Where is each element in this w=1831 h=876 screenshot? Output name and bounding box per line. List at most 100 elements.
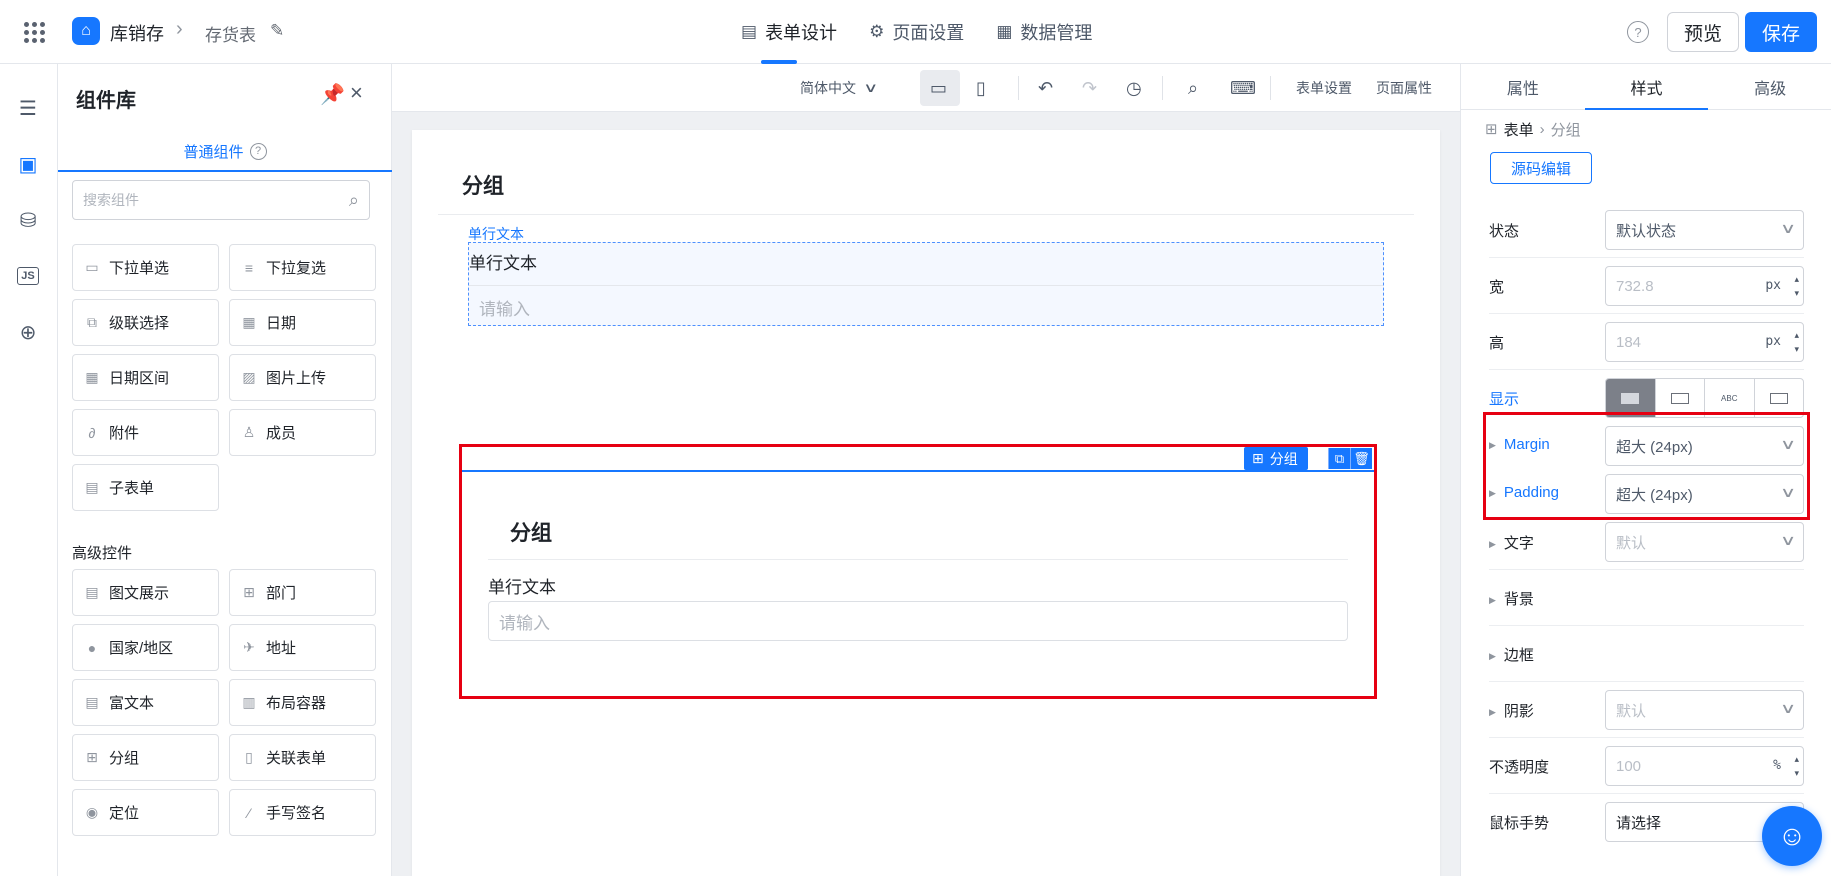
component-cascade[interactable]: ⧉ 级联选择	[72, 299, 219, 346]
help-icon[interactable]: ?	[249, 142, 267, 160]
mobile-view-button[interactable]: ▯	[976, 64, 986, 112]
shadow-label[interactable]: ▶ 阴影	[1489, 700, 1534, 721]
search-input[interactable]	[83, 192, 349, 208]
preview-button[interactable]: 预览	[1667, 12, 1739, 52]
components-icon[interactable]: ▣	[14, 150, 42, 178]
database-icon[interactable]: ⛁	[14, 206, 42, 234]
tab-style[interactable]: 样式	[1584, 64, 1709, 110]
width-label: 宽	[1489, 279, 1505, 296]
selected-group[interactable]: ⊞ 分组 ⧉ 🗑 分组 单行文本 请输入	[459, 444, 1377, 699]
gear-icon: ⚙	[869, 22, 885, 41]
page-props-button[interactable]: 页面属性	[1376, 64, 1432, 112]
opacity-input[interactable]: 100 % ▴ ▾	[1605, 746, 1804, 786]
close-icon[interactable]: ×	[350, 80, 363, 106]
redo-button[interactable]: ↷	[1082, 64, 1097, 112]
border-label[interactable]: ▶ 边框	[1489, 644, 1534, 665]
tab-advanced[interactable]: 高级	[1708, 64, 1831, 109]
component-date[interactable]: ▦ 日期	[229, 299, 376, 346]
copy-icon[interactable]: ⧉	[1328, 448, 1350, 469]
component-attachment[interactable]: ∂ 附件	[72, 409, 219, 456]
help-icon[interactable]: ?	[1627, 21, 1649, 43]
component-date-range[interactable]: ▦ 日期区间	[72, 354, 219, 401]
stepper-icon[interactable]: ▴ ▾	[1794, 272, 1799, 300]
component-image-upload[interactable]: ▨ 图片上传	[229, 354, 376, 401]
component-link-form[interactable]: ▯ 关联表单	[229, 734, 376, 781]
search-icon[interactable]: ⌕	[349, 190, 359, 211]
stepper-icon[interactable]: ▴ ▾	[1794, 328, 1799, 356]
group-icon: ⊞	[86, 749, 98, 765]
basic-component-grid: ▭ 下拉单选 ≡ 下拉复选 ⧉ 级联选择 ▦ 日期 ▦ 日期区间 ▨ 图片上传 ∂ 附件 ♙ 成…	[72, 244, 376, 511]
select-icon: ▭	[85, 259, 99, 275]
desktop-view-button[interactable]: ▭	[930, 64, 947, 112]
shadow-select[interactable]: 默认 ∨	[1605, 690, 1804, 730]
component-country[interactable]: ● 国家/地区	[72, 624, 219, 671]
component-member[interactable]: ♙ 成员	[229, 409, 376, 456]
app-name[interactable]: 库销存	[110, 20, 164, 46]
search-button[interactable]: ⌕	[1188, 64, 1198, 112]
tab-data-management[interactable]: ▦ 数据管理	[980, 0, 1108, 64]
text-select[interactable]: 默认 ∨	[1605, 522, 1804, 562]
component-label: 关联表单	[266, 750, 327, 767]
pin-icon[interactable]: 📌	[320, 82, 345, 107]
source-edit-button[interactable]: 源码编辑	[1490, 152, 1592, 184]
group-title[interactable]: 分组	[462, 170, 504, 200]
undo-button[interactable]: ↶	[1038, 64, 1053, 112]
delete-icon[interactable]: 🗑	[1350, 448, 1372, 469]
background-label[interactable]: ▶ 背景	[1489, 588, 1534, 609]
selection-tag[interactable]: ⊞ 分组	[1244, 447, 1308, 470]
outline-icon[interactable]: ☰	[14, 94, 42, 122]
text-label-text: 文字	[1503, 535, 1534, 552]
history-button[interactable]: ◷	[1126, 64, 1142, 112]
text-label[interactable]: ▶ 文字	[1489, 532, 1534, 553]
component-label: 成员	[266, 425, 297, 442]
form-settings-button[interactable]: 表单设置	[1296, 64, 1352, 112]
component-subform[interactable]: ▤ 子表单	[72, 464, 219, 511]
height-row: 高 184 px ▴ ▾	[1461, 314, 1831, 370]
display-label: 显示	[1489, 391, 1520, 408]
height-input[interactable]: 184 px ▴ ▾	[1605, 322, 1804, 362]
language-select[interactable]: 简体中文 ∨	[800, 64, 879, 112]
component-select[interactable]: ▭ 下拉单选	[72, 244, 219, 291]
save-button[interactable]: 保存	[1745, 12, 1817, 52]
component-group[interactable]: ⊞ 分组	[72, 734, 219, 781]
width-input[interactable]: 732.8 px ▴ ▾	[1605, 266, 1804, 306]
edit-icon[interactable]: ✎	[270, 21, 284, 41]
state-select[interactable]: 默认状态 ∨	[1605, 210, 1804, 250]
text-input[interactable]: 请输入	[488, 601, 1348, 641]
text-field-hovered[interactable]: 单行文本 请输入	[468, 242, 1384, 326]
tab-attributes[interactable]: 属性	[1461, 64, 1585, 109]
library-title: 组件库	[76, 90, 136, 112]
component-label: 级联选择	[109, 315, 170, 332]
customer-service-icon[interactable]: ☺	[1762, 806, 1822, 866]
paperclip-icon: ∂	[88, 424, 96, 441]
tab-label: 普通组件	[183, 143, 244, 161]
component-department[interactable]: ⊞ 部门	[229, 569, 376, 616]
js-icon[interactable]: JS	[14, 262, 42, 290]
chevron-down-icon: ∨	[863, 80, 879, 95]
toolbar-divider	[1162, 76, 1163, 100]
user-icon: ♙	[242, 424, 256, 440]
component-text-image[interactable]: ▤ 图文展示	[72, 569, 219, 616]
border-row: ▶ 边框	[1461, 626, 1831, 682]
app-grid-icon[interactable]	[24, 22, 46, 44]
address-icon: ✈	[243, 639, 255, 655]
component-signature[interactable]: ⁄ 手写签名	[229, 789, 376, 836]
component-label: 布局容器	[266, 695, 327, 712]
grid-icon: ⊞	[1485, 121, 1498, 138]
component-address[interactable]: ✈ 地址	[229, 624, 376, 671]
component-multi-select[interactable]: ≡ 下拉复选	[229, 244, 376, 291]
properties-panel: 属性 样式 高级 ⊞ 表单 › 分组 源码编辑 状态 默认状态 ∨ 宽 732.…	[1460, 64, 1831, 876]
component-location[interactable]: ◉ 定位	[72, 789, 219, 836]
stepper-icon[interactable]: ▴ ▾	[1794, 752, 1799, 780]
design-canvas-area: 简体中文 ∨ ▭ ▯ ↶ ↷ ◷ ⌕ ⌨ 表单设置 页面属性 分组 单行文本 单…	[392, 64, 1460, 876]
page-name[interactable]: 存货表	[205, 21, 256, 46]
tab-page-settings[interactable]: ⚙ 页面设置	[853, 0, 980, 64]
keyboard-button[interactable]: ⌨	[1230, 64, 1256, 112]
tab-form-design[interactable]: ▤ 表单设计	[725, 0, 853, 64]
chevron-down-icon: ∨	[1779, 220, 1797, 236]
component-richtext[interactable]: ▤ 富文本	[72, 679, 219, 726]
component-layout[interactable]: ▥ 布局容器	[229, 679, 376, 726]
tab-basic-components[interactable]: 普通组件 ?	[58, 132, 392, 172]
globe-icon[interactable]: ⊕	[14, 318, 42, 346]
breadcrumb-root[interactable]: 表单	[1504, 119, 1534, 140]
